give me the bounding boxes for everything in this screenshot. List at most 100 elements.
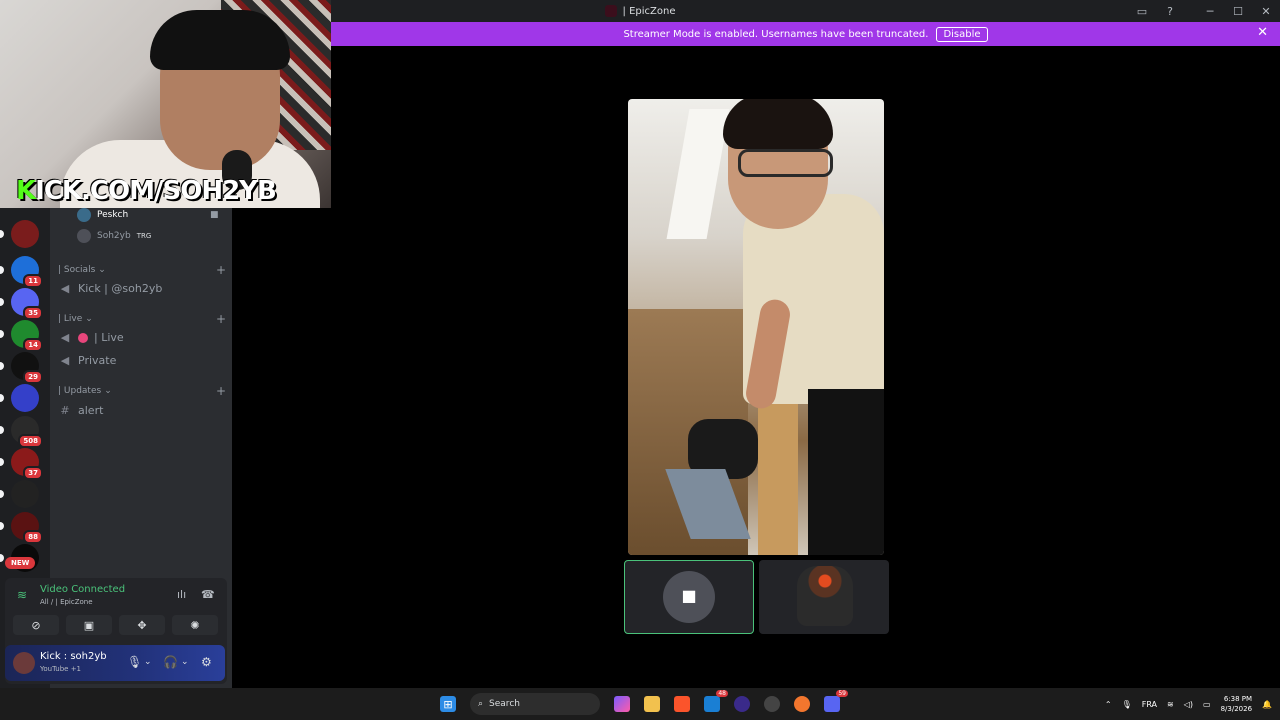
- server-icon[interactable]: [11, 220, 39, 248]
- category-label: | Updates: [58, 386, 102, 396]
- browser-icon[interactable]: [794, 696, 810, 712]
- user-panel: Kick : soh2yb YouTube +1 🎙 ⌄ 🎧 ⌄ ⚙: [5, 645, 225, 681]
- windows-taskbar: ⊞ ⌕ Search 48 59 ⌃ 🎙 FRA ≋ ◁) ▭ 6:38 PM 8…: [0, 688, 1280, 720]
- camera-toggle-button[interactable]: ⊘: [13, 615, 59, 635]
- start-icon[interactable]: ⊞: [440, 696, 456, 712]
- mention-badge: 37: [23, 466, 43, 480]
- channel-live[interactable]: ◀ | Live: [58, 331, 124, 344]
- channel-private[interactable]: ◀ Private: [58, 354, 117, 367]
- server-icon[interactable]: 11: [11, 256, 43, 288]
- participant-tile-self[interactable]: ■: [624, 560, 754, 634]
- edge-browser-icon[interactable]: 48: [704, 690, 728, 712]
- battery-icon[interactable]: ▭: [1203, 700, 1211, 709]
- clock-date: 8/3/2026: [1220, 705, 1253, 713]
- voice-user[interactable]: Peskch: [77, 208, 128, 222]
- search-icon: ⌕: [478, 699, 484, 709]
- video-icon: ■: [210, 210, 219, 220]
- server-icon[interactable]: [11, 384, 39, 412]
- noise-suppression-icon[interactable]: ılı: [177, 588, 186, 601]
- disconnect-icon[interactable]: ☎: [201, 588, 215, 601]
- category-label: | Live: [58, 314, 83, 324]
- channel-alert[interactable]: # alert: [58, 404, 103, 417]
- app-icon[interactable]: [734, 696, 750, 712]
- disable-button[interactable]: Disable: [936, 26, 988, 42]
- mention-badge: 29: [23, 370, 43, 384]
- username[interactable]: Kick : soh2yb: [40, 651, 107, 662]
- main-video-feed[interactable]: [628, 99, 884, 555]
- window-title: | EpicZone: [622, 5, 676, 17]
- signal-icon[interactable]: ≋: [17, 588, 27, 602]
- voice-status[interactable]: Video Connected: [40, 584, 125, 595]
- voice-location[interactable]: All / | EpicZone: [40, 598, 93, 606]
- server-icon[interactable]: 29: [11, 352, 43, 384]
- microphone-icon[interactable]: 🎙: [127, 655, 142, 669]
- streamer-webcam-overlay: KICK.COM/SOH2YB: [0, 0, 331, 208]
- server-icon[interactable]: 508: [11, 416, 43, 448]
- wifi-icon[interactable]: ≋: [1167, 700, 1174, 709]
- soundboard-button[interactable]: ✺: [172, 615, 218, 635]
- system-tray: ⌃ 🎙 FRA ≋ ◁) ▭ 6:38 PM 8/3/2026 🔔: [1105, 688, 1272, 720]
- maximize-button[interactable]: ☐: [1224, 0, 1252, 22]
- unread-pill: [0, 426, 4, 434]
- server-icon[interactable]: 37: [11, 448, 43, 480]
- unread-pill: [0, 298, 4, 306]
- category-socials[interactable]: | Socials ⌄ +: [58, 263, 226, 277]
- banner-text: Streamer Mode is enabled. Usernames have…: [623, 28, 929, 40]
- minimize-button[interactable]: ─: [1196, 0, 1224, 22]
- category-updates[interactable]: | Updates ⌄ +: [58, 384, 226, 398]
- mention-badge: 88: [23, 530, 43, 544]
- channel-kick[interactable]: ◀ Kick | @soh2yb: [58, 282, 163, 295]
- server-icon[interactable]: 88: [11, 512, 43, 544]
- clock[interactable]: 6:38 PM 8/3/2026: [1221, 694, 1252, 714]
- clock-time: 6:38 PM: [1223, 695, 1253, 703]
- server-icon[interactable]: 14: [11, 320, 43, 352]
- avatar[interactable]: [13, 652, 35, 674]
- chevron-down-icon[interactable]: ⌄: [144, 657, 152, 667]
- unread-pill: [0, 554, 4, 562]
- chevron-down-icon: ⌄: [104, 386, 112, 396]
- streamer-mode-banner: Streamer Mode is enabled. Usernames have…: [331, 22, 1280, 46]
- chevron-up-icon[interactable]: ⌃: [1105, 700, 1112, 709]
- avatar: [77, 208, 91, 222]
- close-window-button[interactable]: ✕: [1252, 0, 1280, 22]
- add-channel-icon[interactable]: +: [216, 312, 226, 326]
- microphone-icon[interactable]: 🎙: [1122, 700, 1132, 709]
- gear-icon[interactable]: ⚙: [201, 655, 212, 669]
- brave-browser-icon[interactable]: [674, 696, 690, 712]
- category-label: | Socials: [58, 265, 96, 275]
- category-live[interactable]: | Live ⌄ +: [58, 312, 226, 326]
- chevron-down-icon[interactable]: ⌄: [181, 657, 189, 667]
- copilot-icon[interactable]: [614, 696, 630, 712]
- channel-name: Kick | @soh2yb: [78, 282, 163, 295]
- server-icon: [604, 5, 617, 17]
- channel-name: Private: [78, 354, 117, 367]
- speaker-icon: ◀: [60, 331, 70, 344]
- channel-name: | Live: [94, 331, 124, 344]
- notifications-icon[interactable]: 🔔: [1262, 700, 1272, 709]
- obs-icon[interactable]: [764, 696, 780, 712]
- help-icon[interactable]: ?: [1156, 0, 1184, 22]
- activities-button[interactable]: ✥: [119, 615, 165, 635]
- discord-icon[interactable]: 59: [824, 690, 848, 712]
- person-hair: [723, 99, 833, 149]
- screen-share-button[interactable]: ▣: [66, 615, 112, 635]
- search-input[interactable]: ⌕ Search: [470, 693, 600, 715]
- inbox-icon[interactable]: ▭: [1128, 0, 1156, 22]
- live-dot-icon: [78, 332, 88, 343]
- mention-badge: 11: [23, 274, 43, 288]
- add-channel-icon[interactable]: +: [216, 384, 226, 398]
- file-explorer-icon[interactable]: [644, 696, 660, 712]
- volume-icon[interactable]: ◁): [1184, 700, 1193, 709]
- participant-tile-other[interactable]: [759, 560, 889, 634]
- unread-pill: [0, 330, 4, 338]
- voice-user[interactable]: Soh2yb TRG: [77, 229, 151, 243]
- headphones-icon[interactable]: 🎧: [163, 655, 178, 669]
- notification-badge: 59: [836, 690, 848, 697]
- mention-badge: 508: [18, 434, 43, 448]
- mention-badge: 35: [23, 306, 43, 320]
- add-channel-icon[interactable]: +: [216, 263, 226, 277]
- close-banner-icon[interactable]: ✕: [1257, 25, 1268, 40]
- language-indicator[interactable]: FRA: [1142, 700, 1157, 709]
- server-icon[interactable]: 35: [11, 288, 43, 320]
- server-icon[interactable]: [11, 480, 39, 508]
